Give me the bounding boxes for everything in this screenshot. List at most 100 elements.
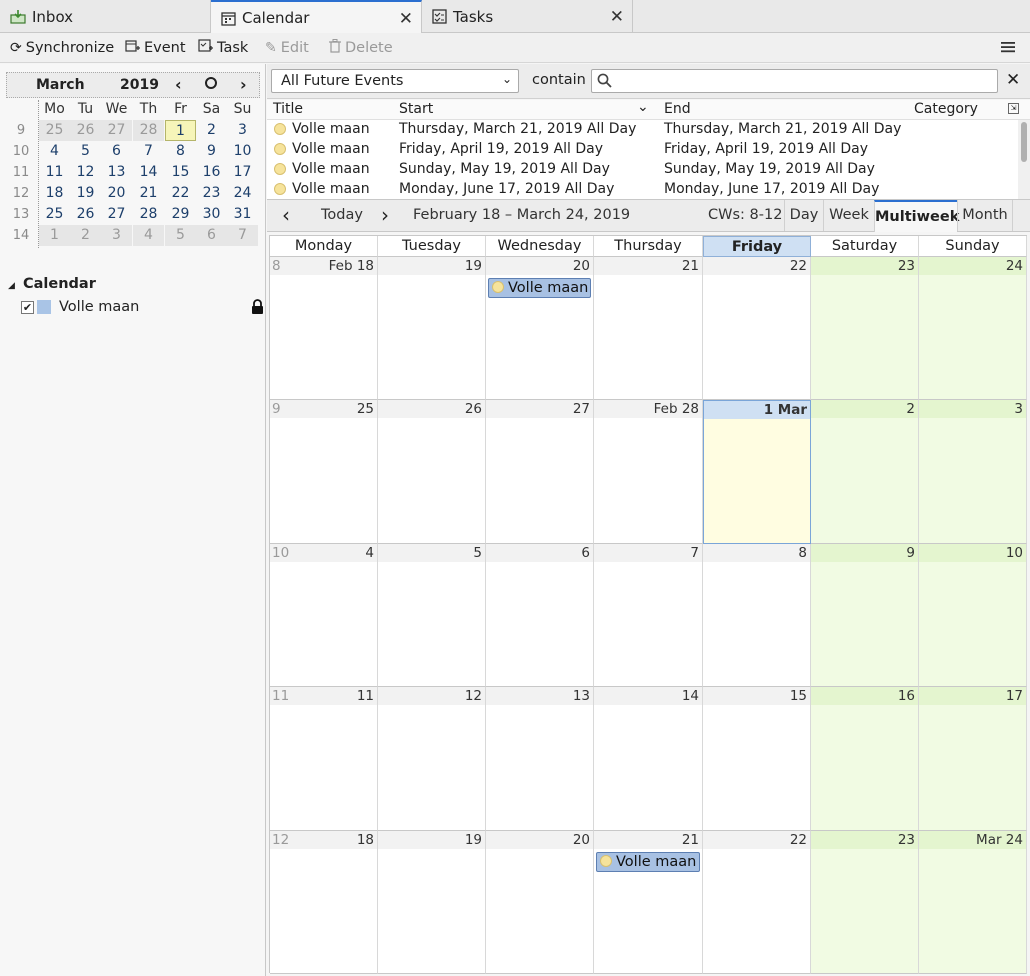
event-list-row[interactable]: Volle maan Friday, April 19, 2019 All Day…	[267, 140, 1017, 160]
search-field[interactable]	[591, 69, 998, 93]
mini-month-day[interactable]: 3	[101, 225, 132, 246]
mini-month-day[interactable]: 24	[227, 183, 258, 204]
next-period-icon[interactable]: ›	[381, 203, 389, 227]
day-cell[interactable]: 23	[811, 831, 919, 974]
mini-month-day[interactable]: 2	[196, 120, 227, 141]
mini-month-day[interactable]: 29	[165, 204, 196, 225]
day-cell[interactable]: 5	[378, 544, 486, 687]
day-cell[interactable]: 2	[811, 400, 919, 544]
day-cell[interactable]: 7	[594, 544, 703, 687]
mini-month-day[interactable]: 22	[165, 183, 196, 204]
day-cell[interactable]: 20 Volle maan	[486, 257, 594, 400]
view-tab-multiweek[interactable]: Multiweek	[874, 200, 959, 232]
mini-month-day[interactable]: 23	[196, 183, 227, 204]
view-tab-day[interactable]: Day	[784, 200, 823, 231]
mini-month-day[interactable]: 4	[133, 225, 164, 246]
column-start[interactable]: Start	[399, 101, 433, 117]
day-cell[interactable]: 13	[486, 687, 594, 831]
calendar-item-volle-maan[interactable]: ✔ Volle maan	[6, 298, 264, 322]
mini-month-day[interactable]: 10	[227, 141, 258, 162]
day-cell[interactable]: 22	[703, 257, 811, 400]
view-tab-month[interactable]: Month	[957, 200, 1013, 231]
day-cell[interactable]: 24	[919, 257, 1027, 400]
day-cell[interactable]: 6	[486, 544, 594, 687]
day-cell[interactable]: 11 11	[270, 687, 378, 831]
mini-month-day[interactable]: 4	[39, 141, 70, 162]
day-cell[interactable]: Mar 24	[919, 831, 1027, 974]
tab-tasks[interactable]: Tasks ✕	[422, 0, 633, 33]
mini-month-day[interactable]: 26	[70, 204, 101, 225]
column-category[interactable]: Category	[914, 101, 978, 117]
mini-month-day[interactable]: 8	[165, 141, 196, 162]
mini-month-day[interactable]: 28	[133, 120, 164, 141]
scrollbar-thumb[interactable]	[1021, 122, 1027, 162]
column-end[interactable]: End	[664, 101, 691, 117]
calendar-section-header[interactable]: ◢ Calendar	[6, 276, 264, 298]
mini-month-day[interactable]: 26	[70, 120, 101, 141]
mini-month-day[interactable]: 17	[227, 162, 258, 183]
column-picker-icon[interactable]: ⇲	[1008, 103, 1019, 114]
mini-month-day[interactable]: 3	[227, 120, 258, 141]
mini-month-day[interactable]: 11	[39, 162, 70, 183]
day-cell[interactable]: 8	[703, 544, 811, 687]
event-list-row[interactable]: Volle maan Thursday, March 21, 2019 All D…	[267, 120, 1017, 140]
mini-month-day[interactable]: 25	[39, 120, 70, 141]
tab-inbox[interactable]: Inbox	[0, 0, 211, 33]
new-task-button[interactable]: Task	[198, 38, 248, 58]
synchronize-button[interactable]: ⟳ Synchronize	[10, 38, 114, 58]
day-cell[interactable]: 19	[378, 831, 486, 974]
day-cell[interactable]: 9	[811, 544, 919, 687]
day-cell[interactable]: Feb 28	[594, 400, 703, 544]
today-button[interactable]: Today	[321, 207, 363, 223]
month-label[interactable]: March	[36, 77, 85, 93]
day-cell[interactable]: 10 4	[270, 544, 378, 687]
mini-month-day[interactable]: 27	[101, 204, 132, 225]
day-cell[interactable]: 3	[919, 400, 1027, 544]
event-filter-select[interactable]: All Future Events ⌄	[271, 69, 519, 93]
mini-month-day[interactable]: 18	[39, 183, 70, 204]
day-cell[interactable]: 8 Feb 18	[270, 257, 378, 400]
day-cell[interactable]: 27	[486, 400, 594, 544]
edit-button[interactable]: ✎ Edit	[265, 38, 309, 58]
mini-month-day[interactable]: 19	[70, 183, 101, 204]
new-event-button[interactable]: Event	[125, 38, 186, 58]
mini-month-day[interactable]: 6	[101, 141, 132, 162]
calendar-checkbox[interactable]: ✔	[21, 301, 34, 314]
close-icon[interactable]: ✕	[399, 9, 413, 29]
tab-calendar[interactable]: Calendar ✕	[211, 0, 422, 34]
day-cell[interactable]: 16	[811, 687, 919, 831]
day-cell[interactable]: 23	[811, 257, 919, 400]
event-list-scrollbar[interactable]	[1018, 120, 1030, 199]
day-cell[interactable]: 1 Mar	[703, 400, 811, 544]
event-item[interactable]: Volle maan	[596, 852, 700, 872]
mini-month-day[interactable]: 21	[133, 183, 164, 204]
year-label[interactable]: 2019	[120, 77, 159, 93]
mini-month-day[interactable]: 6	[196, 225, 227, 246]
mini-month-day[interactable]: 2	[70, 225, 101, 246]
day-cell[interactable]: 12	[378, 687, 486, 831]
column-title[interactable]: Title	[273, 101, 303, 117]
mini-month-day[interactable]: 30	[196, 204, 227, 225]
day-cell[interactable]: 22	[703, 831, 811, 974]
day-cell[interactable]: 21 Volle maan	[594, 831, 703, 974]
next-month-icon[interactable]: ›	[240, 75, 247, 94]
day-cell[interactable]: 12 18	[270, 831, 378, 974]
day-cell[interactable]: 19	[378, 257, 486, 400]
previous-period-icon[interactable]: ‹	[282, 203, 290, 227]
clear-search-icon[interactable]: ✕	[1006, 70, 1020, 90]
mini-month-day[interactable]: 20	[101, 183, 132, 204]
day-cell[interactable]: 15	[703, 687, 811, 831]
menu-button[interactable]	[1001, 39, 1015, 59]
view-tab-week[interactable]: Week	[823, 200, 874, 231]
mini-month-day[interactable]: 13	[101, 162, 132, 183]
day-cell[interactable]: 9 25	[270, 400, 378, 544]
today-circle-icon[interactable]	[205, 77, 217, 89]
mini-month-day[interactable]: 16	[196, 162, 227, 183]
mini-month-day[interactable]: 7	[133, 141, 164, 162]
day-cell[interactable]: 10	[919, 544, 1027, 687]
day-cell[interactable]: 20	[486, 831, 594, 974]
mini-month-day[interactable]: 5	[165, 225, 196, 246]
day-cell[interactable]: 26	[378, 400, 486, 544]
mini-month-day[interactable]: 1	[165, 120, 196, 141]
mini-month-day[interactable]: 15	[165, 162, 196, 183]
